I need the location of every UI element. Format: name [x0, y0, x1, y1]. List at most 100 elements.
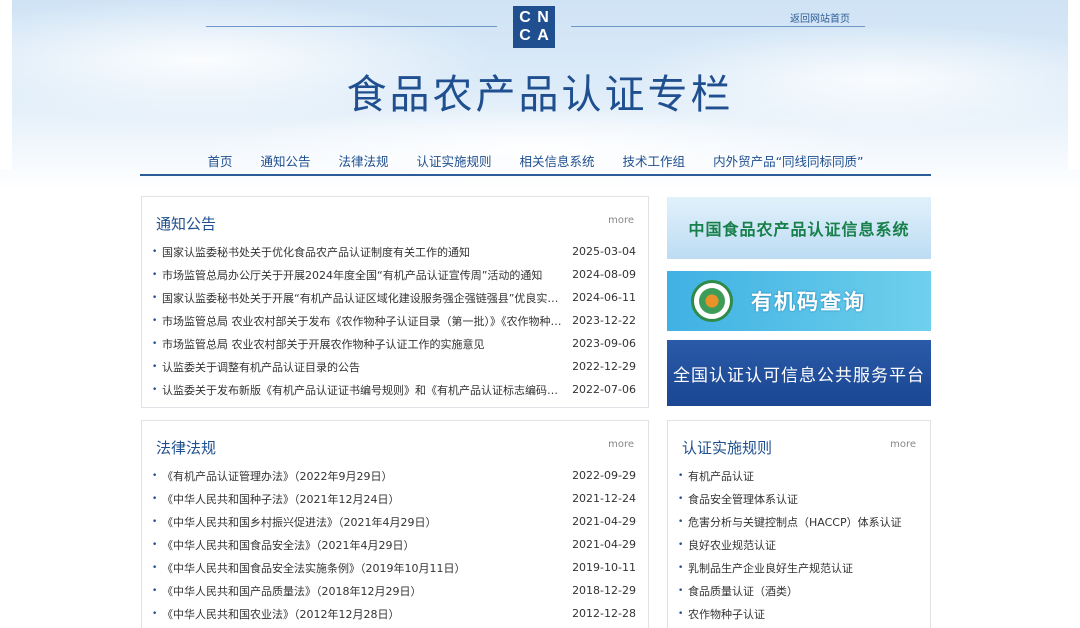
- list-item[interactable]: • 国家认监委秘书处关于优化食品农产品认证制度有关工作的通知 2025-03-04: [152, 240, 636, 263]
- bullet-icon: •: [152, 246, 158, 257]
- list-item-date: 2023-12-22: [572, 314, 636, 327]
- list-item-text[interactable]: 乳制品生产企业良好生产规范认证: [688, 560, 918, 576]
- logo-letter: C: [519, 27, 531, 44]
- bullet-icon: •: [152, 585, 158, 596]
- nav-item-laws[interactable]: 法律法规: [325, 147, 403, 174]
- banner-label: 中国食品农产品认证信息系统: [688, 220, 910, 239]
- header-divider-left: [206, 26, 497, 27]
- nav-item-notices[interactable]: 通知公告: [246, 147, 324, 174]
- list-item-text[interactable]: 农作物种子认证: [688, 606, 918, 622]
- page-title: 食品农产品认证专栏: [346, 72, 734, 118]
- cnca-logo[interactable]: C N C A: [513, 6, 555, 48]
- list-item-date: 2012-12-28: [572, 607, 636, 620]
- list-item[interactable]: • 《中华人民共和国食品安全法》（2021年4月29日） 2021-04-29: [152, 533, 636, 556]
- list-item-text[interactable]: 《中华人民共和国乡村振兴促进法》（2021年4月29日）: [162, 514, 572, 530]
- rules-more-link[interactable]: more: [890, 439, 916, 450]
- list-item[interactable]: • 《中华人民共和国产品质量法》（2018年12月29日） 2018-12-29: [152, 579, 636, 602]
- laws-title: 法律法规: [156, 439, 217, 457]
- logo-letter: N: [537, 9, 549, 26]
- list-item-date: 2022-07-06: [572, 383, 636, 396]
- organic-seal-icon: [691, 280, 733, 322]
- list-item[interactable]: • 有机产品认证: [678, 464, 918, 487]
- bullet-icon: •: [152, 292, 158, 303]
- bullet-icon: •: [152, 384, 158, 395]
- nav-item-tech-groups[interactable]: 技术工作组: [609, 147, 700, 174]
- nav-item-rules[interactable]: 认证实施规则: [403, 147, 506, 174]
- list-item[interactable]: • 危害分析与关键控制点（HACCP）体系认证: [678, 510, 918, 533]
- list-item[interactable]: • 认监委关于发布新版《有机产品认证证书编号规则》和《有机产品认证标志编码规则..…: [152, 378, 636, 401]
- list-item-date: 2022-12-29: [572, 360, 636, 373]
- public-service-platform-banner[interactable]: 全国认证认可信息公共服务平台: [667, 340, 931, 406]
- rules-title: 认证实施规则: [682, 439, 773, 457]
- bullet-icon: •: [678, 608, 684, 619]
- banner-label: 有机码查询: [751, 290, 866, 314]
- list-item-text[interactable]: 良好农业规范认证: [688, 537, 918, 553]
- laws-more-link[interactable]: more: [608, 439, 634, 450]
- list-item-text[interactable]: 《中华人民共和国食品安全法实施条例》（2019年10月11日）: [162, 560, 572, 576]
- list-item[interactable]: • 认监委关于调整有机产品认证目录的公告 2022-12-29: [152, 355, 636, 378]
- list-item-text[interactable]: 《中华人民共和国农业法》（2012年12月28日）: [162, 606, 572, 622]
- notices-list: • 国家认监委秘书处关于优化食品农产品认证制度有关工作的通知 2025-03-04 …: [152, 240, 636, 401]
- list-item[interactable]: • 市场监管总局办公厅关于开展2024年度全国“有机产品认证宣传周”活动的通知 20…: [152, 263, 636, 286]
- list-item[interactable]: • 市场监管总局 农业农村部关于发布《农作物种子认证目录（第一批）》《农作物种子.…: [152, 309, 636, 332]
- laws-panel: 法律法规 more • 《有机产品认证管理办法》（2022年9月29日） 2022-…: [141, 420, 649, 628]
- list-item-text[interactable]: 国家认监委秘书处关于开展“有机产品认证区域化建设服务强企强链强县”优良实践...: [162, 290, 572, 306]
- list-item[interactable]: • 良好农业规范认证: [678, 533, 918, 556]
- list-item-text[interactable]: 市场监管总局 农业农村部关于发布《农作物种子认证目录（第一批）》《农作物种子..…: [162, 313, 572, 329]
- list-item[interactable]: • 食品质量认证（酒类）: [678, 579, 918, 602]
- organic-code-query-banner[interactable]: 有机码查询: [667, 271, 931, 331]
- nav-item-same-standard[interactable]: 内外贸产品“同线同标同质”: [699, 147, 877, 174]
- bullet-icon: •: [678, 470, 684, 481]
- list-item-text[interactable]: 市场监管总局 农业农村部关于开展农作物种子认证工作的实施意见: [162, 336, 572, 352]
- list-item-text[interactable]: 《中华人民共和国产品质量法》（2018年12月29日）: [162, 583, 572, 599]
- nav-item-home[interactable]: 首页: [193, 147, 246, 174]
- back-to-home-link[interactable]: 返回网站首页: [790, 10, 850, 25]
- list-item[interactable]: • 《中华人民共和国农业法》（2012年12月28日） 2012-12-28: [152, 602, 636, 625]
- list-item[interactable]: • 《中华人民共和国乡村振兴促进法》（2021年4月29日） 2021-04-29: [152, 510, 636, 533]
- list-item[interactable]: • 市场监管总局 农业农村部关于开展农作物种子认证工作的实施意见 2023-09-0…: [152, 332, 636, 355]
- bullet-icon: •: [152, 361, 158, 372]
- list-item[interactable]: • 乳制品生产企业良好生产规范认证: [678, 556, 918, 579]
- list-item-date: 2018-12-29: [572, 584, 636, 597]
- list-item-date: 2024-06-11: [572, 291, 636, 304]
- rules-list: • 有机产品认证 • 食品安全管理体系认证 • 危害分析与关键控制点（HACCP）体系…: [678, 464, 918, 625]
- list-item-text[interactable]: 认监委关于发布新版《有机产品认证证书编号规则》和《有机产品认证标志编码规则...: [162, 382, 572, 398]
- notices-more-link[interactable]: more: [608, 215, 634, 226]
- notices-panel: 通知公告 more • 国家认监委秘书处关于优化食品农产品认证制度有关工作的通知 2…: [141, 196, 649, 408]
- list-item[interactable]: • 《中华人民共和国种子法》（2021年12月24日） 2021-12-24: [152, 487, 636, 510]
- main-nav: 首页 通知公告 法律法规 认证实施规则 相关信息系统 技术工作组 内外贸产品“同…: [140, 147, 931, 176]
- list-item-text[interactable]: 《有机产品认证管理办法》（2022年9月29日）: [162, 468, 572, 484]
- list-item[interactable]: • 《有机产品认证管理办法》（2022年9月29日） 2022-09-29: [152, 464, 636, 487]
- header-divider-right: [571, 26, 865, 27]
- laws-list: • 《有机产品认证管理办法》（2022年9月29日） 2022-09-29 • 《中华…: [152, 464, 636, 625]
- list-item-text[interactable]: 食品安全管理体系认证: [688, 491, 918, 507]
- list-item-text[interactable]: 有机产品认证: [688, 468, 918, 484]
- list-item-text[interactable]: 国家认监委秘书处关于优化食品农产品认证制度有关工作的通知: [162, 244, 572, 260]
- list-item[interactable]: • 《中华人民共和国食品安全法实施条例》（2019年10月11日） 2019-10-…: [152, 556, 636, 579]
- bullet-icon: •: [678, 562, 684, 573]
- bullet-icon: •: [678, 585, 684, 596]
- list-item-text[interactable]: 《中华人民共和国食品安全法》（2021年4月29日）: [162, 537, 572, 553]
- bullet-icon: •: [152, 338, 158, 349]
- list-item-text[interactable]: 危害分析与关键控制点（HACCP）体系认证: [688, 514, 918, 530]
- list-item-date: 2021-04-29: [572, 538, 636, 551]
- banner-label: 全国认证认可信息公共服务平台: [673, 365, 925, 386]
- list-item[interactable]: • 农作物种子认证: [678, 602, 918, 625]
- food-cert-info-system-banner[interactable]: 中国食品农产品认证信息系统: [667, 197, 931, 259]
- bullet-icon: •: [678, 516, 684, 527]
- list-item-text[interactable]: 食品质量认证（酒类）: [688, 583, 918, 599]
- list-item-text[interactable]: 市场监管总局办公厅关于开展2024年度全国“有机产品认证宣传周”活动的通知: [162, 267, 572, 283]
- list-item-date: 2022-09-29: [572, 469, 636, 482]
- bullet-icon: •: [152, 493, 158, 504]
- logo-letter: A: [537, 27, 549, 44]
- bullet-icon: •: [152, 516, 158, 527]
- notices-title: 通知公告: [156, 215, 217, 233]
- nav-item-info-systems[interactable]: 相关信息系统: [506, 147, 609, 174]
- list-item[interactable]: • 食品安全管理体系认证: [678, 487, 918, 510]
- list-item-text[interactable]: 《中华人民共和国种子法》（2021年12月24日）: [162, 491, 572, 507]
- rules-panel: 认证实施规则 more • 有机产品认证 • 食品安全管理体系认证 • 危害分析与关键…: [667, 420, 931, 628]
- list-item[interactable]: • 国家认监委秘书处关于开展“有机产品认证区域化建设服务强企强链强县”优良实践..…: [152, 286, 636, 309]
- bullet-icon: •: [152, 269, 158, 280]
- list-item-text[interactable]: 认监委关于调整有机产品认证目录的公告: [162, 359, 572, 375]
- bullet-icon: •: [152, 315, 158, 326]
